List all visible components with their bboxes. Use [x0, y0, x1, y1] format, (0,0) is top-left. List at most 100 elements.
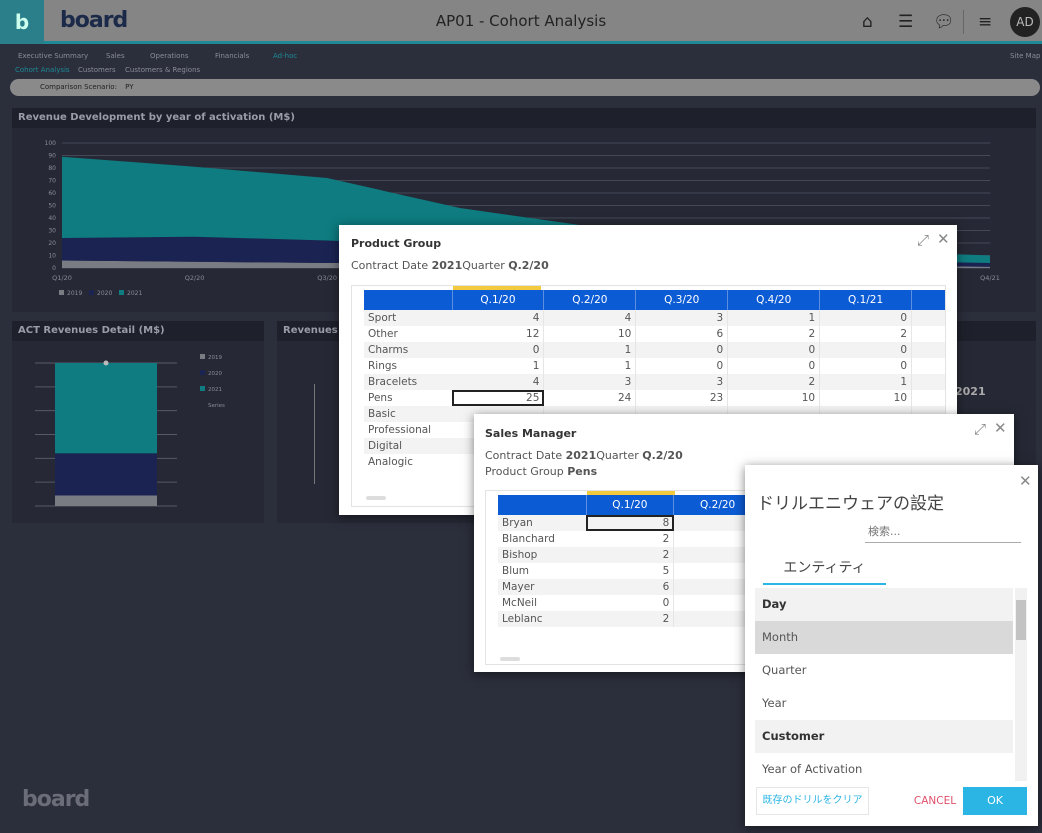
row-label[interactable]: Pens — [364, 390, 452, 406]
table-cell[interactable]: 24 — [543, 390, 637, 406]
table-cell[interactable]: 2 — [727, 326, 821, 342]
scenario-value[interactable]: PY — [125, 83, 133, 91]
close-icon[interactable]: ✕ — [937, 230, 950, 248]
clear-drill-button[interactable]: 既存のドリルをクリア — [756, 787, 869, 815]
table-cell[interactable]: 6 — [635, 326, 729, 342]
table-cell[interactable] — [911, 374, 945, 390]
column-header[interactable]: Q.4/20 — [727, 290, 821, 310]
row-label[interactable]: Charms — [364, 342, 452, 358]
subnav-customers[interactable]: Customers — [78, 66, 116, 74]
table-cell[interactable]: 1 — [543, 358, 637, 374]
table-cell[interactable] — [911, 326, 945, 342]
table-cell[interactable]: 0 — [819, 358, 913, 374]
column-header[interactable]: Q.2 — [911, 290, 945, 310]
chat-icon[interactable]: 💬︎ — [933, 12, 955, 32]
close-icon[interactable]: ✕ — [994, 419, 1007, 437]
table-cell[interactable]: 2 — [727, 374, 821, 390]
table-cell[interactable] — [911, 342, 945, 358]
table-cell[interactable]: 3 — [635, 310, 729, 326]
row-label[interactable]: Basic — [364, 406, 452, 422]
row-label[interactable]: Sport — [364, 310, 452, 326]
table-cell[interactable]: 0 — [819, 310, 913, 326]
table-cell[interactable]: 0 — [819, 342, 913, 358]
row-label[interactable]: Bishop — [498, 547, 586, 563]
row-label[interactable]: Mayer — [498, 579, 586, 595]
table-cell[interactable]: 4 — [543, 310, 637, 326]
row-label[interactable]: Other — [364, 326, 452, 342]
table-cell[interactable]: 10 — [727, 390, 821, 406]
list-item[interactable]: Quarter — [755, 654, 1013, 687]
search-input[interactable] — [865, 521, 1021, 543]
comparison-scenario-bar[interactable]: Comparison Scenario: PY — [10, 79, 1040, 96]
row-label[interactable]: Blanchard — [498, 531, 586, 547]
table-cell[interactable]: 23 — [635, 390, 729, 406]
table-cell[interactable]: 12 — [452, 326, 545, 342]
avatar[interactable]: AD — [1010, 7, 1040, 37]
horizontal-scrollbar[interactable] — [500, 657, 520, 661]
row-label[interactable]: Analogic — [364, 454, 452, 470]
row-label[interactable]: Professional — [364, 422, 452, 438]
column-header[interactable]: Q.1/21 — [819, 290, 913, 310]
column-header[interactable]: Q.3/20 — [635, 290, 729, 310]
list-item[interactable]: Month — [755, 621, 1013, 654]
table-cell[interactable]: 2 — [586, 531, 675, 547]
ok-button[interactable]: OK — [963, 787, 1027, 815]
expand-icon[interactable]: ⤢ — [974, 420, 986, 438]
table-cell[interactable] — [911, 390, 945, 406]
table-cell[interactable]: 6 — [586, 579, 675, 595]
table-cell[interactable]: 1 — [819, 374, 913, 390]
table-cell[interactable]: 3 — [543, 374, 637, 390]
table-cell[interactable]: 25 — [452, 390, 545, 406]
nav-sales[interactable]: Sales — [106, 52, 125, 60]
table-cell[interactable]: 0 — [727, 358, 821, 374]
table-cell[interactable]: 1 — [727, 310, 821, 326]
list-item[interactable]: Year — [755, 687, 1013, 720]
table-cell[interactable]: 4 — [452, 374, 545, 390]
nav-site-map[interactable]: Site Map — [1010, 52, 1040, 60]
table-cell[interactable]: 3 — [635, 374, 729, 390]
nav-operations[interactable]: Operations — [150, 52, 188, 60]
row-label[interactable]: McNeil — [498, 595, 586, 611]
table-cell[interactable]: 2 — [586, 611, 675, 627]
table-cell[interactable]: 0 — [452, 342, 545, 358]
column-header[interactable]: Q.1/20 — [452, 290, 545, 310]
table-cell[interactable]: 4 — [452, 310, 545, 326]
nav-financials[interactable]: Financials — [215, 52, 249, 60]
presentation-icon[interactable]: ☰ — [898, 12, 913, 32]
table-cell[interactable] — [911, 358, 945, 374]
table-cell[interactable]: 0 — [635, 342, 729, 358]
tab-entity[interactable]: エンティティ — [763, 557, 886, 585]
table-cell[interactable]: 2 — [586, 547, 675, 563]
table-cell[interactable]: 2 — [819, 326, 913, 342]
column-header[interactable]: Q.2/20 — [543, 290, 637, 310]
row-label[interactable]: Blum — [498, 563, 586, 579]
subnav-customers-regions[interactable]: Customers & Regions — [125, 66, 200, 74]
row-label[interactable]: Rings — [364, 358, 452, 374]
nav-ad-hoc[interactable]: Ad-hoc — [273, 52, 297, 60]
nav-executive-summary[interactable]: Executive Summary — [18, 52, 88, 60]
table-cell[interactable]: 0 — [727, 342, 821, 358]
list-item[interactable]: Year of Activation — [755, 753, 1013, 781]
row-label[interactable]: Bracelets — [364, 374, 452, 390]
menu-icon[interactable]: ≡ — [978, 12, 992, 32]
table-cell[interactable]: 1 — [543, 342, 637, 358]
expand-icon[interactable]: ⤢ — [917, 231, 929, 249]
row-label[interactable]: Leblanc — [498, 611, 586, 627]
table-cell[interactable]: 0 — [586, 595, 675, 611]
subnav-cohort-analysis[interactable]: Cohort Analysis — [15, 66, 70, 74]
vertical-scrollbar[interactable] — [1015, 588, 1027, 781]
row-label[interactable]: Digital — [364, 438, 452, 454]
table-cell[interactable]: 1 — [452, 358, 545, 374]
column-header[interactable]: Q.1/20 — [586, 495, 675, 515]
row-label[interactable]: Bryan — [498, 515, 586, 531]
table-cell[interactable]: 0 — [635, 358, 729, 374]
close-icon[interactable]: ✕ — [1019, 472, 1032, 490]
horizontal-scrollbar[interactable] — [366, 496, 386, 500]
table-cell[interactable] — [911, 310, 945, 326]
table-cell[interactable]: 8 — [586, 515, 675, 531]
table-cell[interactable]: 5 — [586, 563, 675, 579]
home-icon[interactable]: ⌂ — [862, 12, 873, 32]
table-cell[interactable]: 10 — [819, 390, 913, 406]
cancel-button[interactable]: CANCEL — [905, 787, 965, 815]
table-cell[interactable]: 10 — [543, 326, 637, 342]
